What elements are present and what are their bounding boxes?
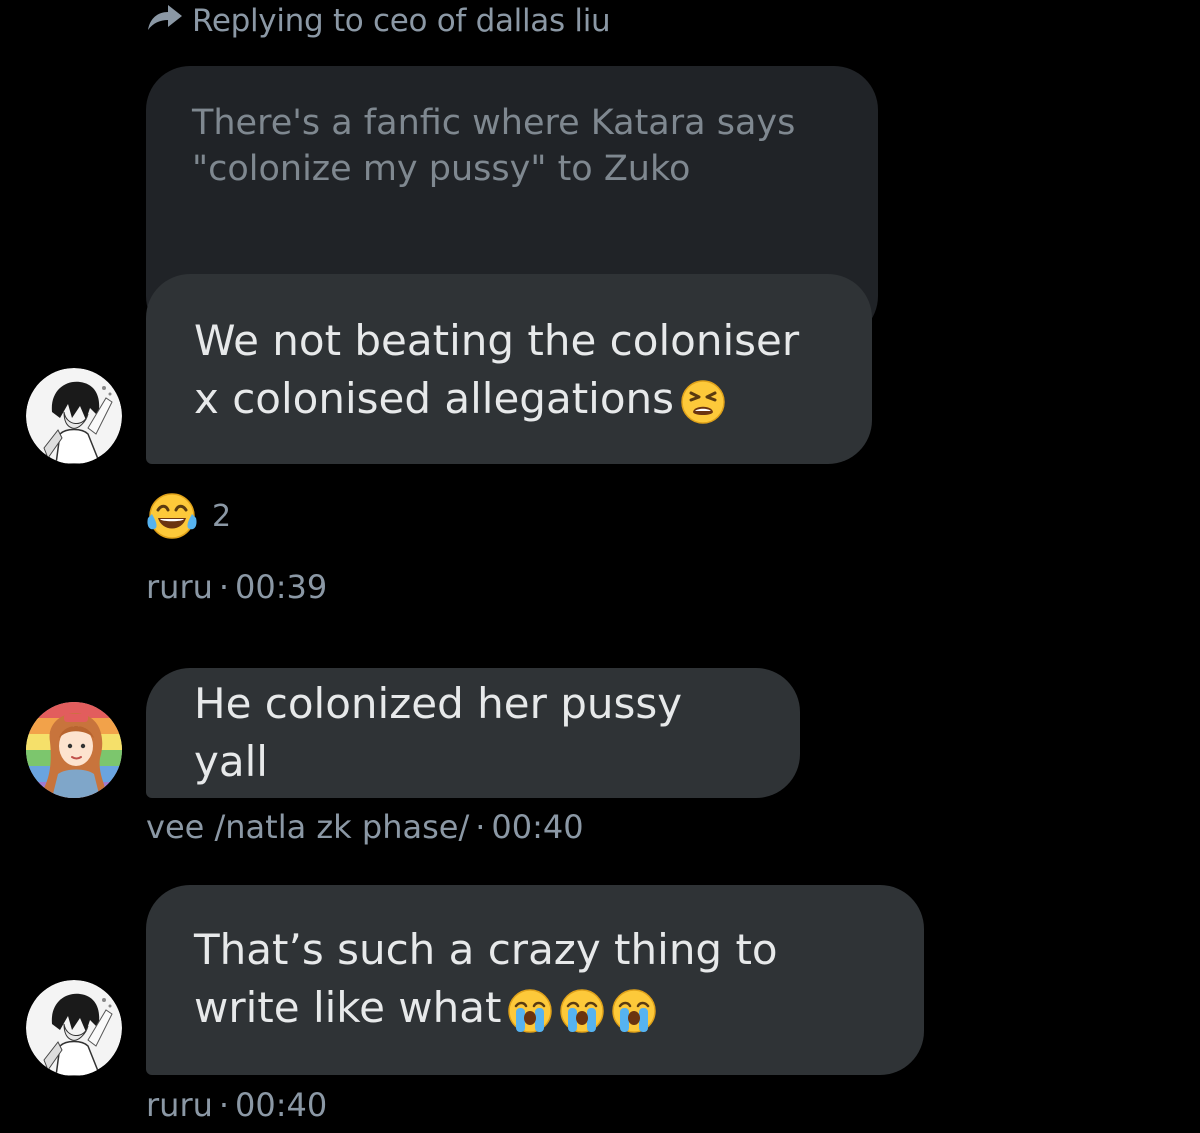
- tears-of-joy-emoji-icon: [144, 488, 200, 544]
- separator: ·: [475, 808, 486, 846]
- author-name[interactable]: vee /natla zk phase/: [146, 808, 469, 846]
- loudly-crying-emoji-icon: [507, 988, 553, 1034]
- message-text: He colonized her pussy yall: [194, 679, 683, 786]
- timestamp: 00:40: [235, 1086, 328, 1124]
- avatar[interactable]: [26, 702, 122, 798]
- reply-header-text: Replying to ceo of dallas liu: [192, 3, 611, 39]
- message-meta: ruru · 00:39: [146, 568, 327, 606]
- reply-arrow-icon: [146, 2, 184, 40]
- message-text: That’s such a crazy thing to write like …: [194, 925, 778, 1032]
- author-name[interactable]: ruru: [146, 568, 213, 606]
- reply-header[interactable]: Replying to ceo of dallas liu: [146, 0, 611, 42]
- message-bubble[interactable]: That’s such a crazy thing to write like …: [146, 885, 924, 1075]
- timestamp: 00:39: [235, 568, 328, 606]
- anime-boy-avatar-icon: [26, 368, 122, 464]
- avatar[interactable]: [26, 368, 122, 464]
- loudly-crying-emoji-icon: [559, 988, 605, 1034]
- separator: ·: [218, 568, 230, 606]
- message-meta: vee /natla zk phase/· 00:40: [146, 808, 584, 846]
- quoted-message-text: There's a fanfic where Katara says "colo…: [192, 103, 796, 189]
- message-bubble[interactable]: We not beating the coloniser x colonised…: [146, 274, 872, 464]
- message-bubble[interactable]: He colonized her pussy yall: [146, 668, 800, 798]
- message-meta: ruru · 00:40: [146, 1086, 327, 1124]
- separator: ·: [218, 1086, 230, 1124]
- timestamp: 00:40: [491, 808, 584, 846]
- redhead-girl-avatar-icon: [26, 702, 122, 798]
- loudly-crying-emoji-icon: [611, 988, 657, 1034]
- reaction[interactable]: 2: [144, 488, 231, 544]
- tired-face-emoji-icon: [680, 379, 726, 425]
- reaction-count: 2: [212, 498, 232, 534]
- anime-boy-avatar-icon: [26, 980, 122, 1076]
- author-name[interactable]: ruru: [146, 1086, 213, 1124]
- avatar[interactable]: [26, 980, 122, 1076]
